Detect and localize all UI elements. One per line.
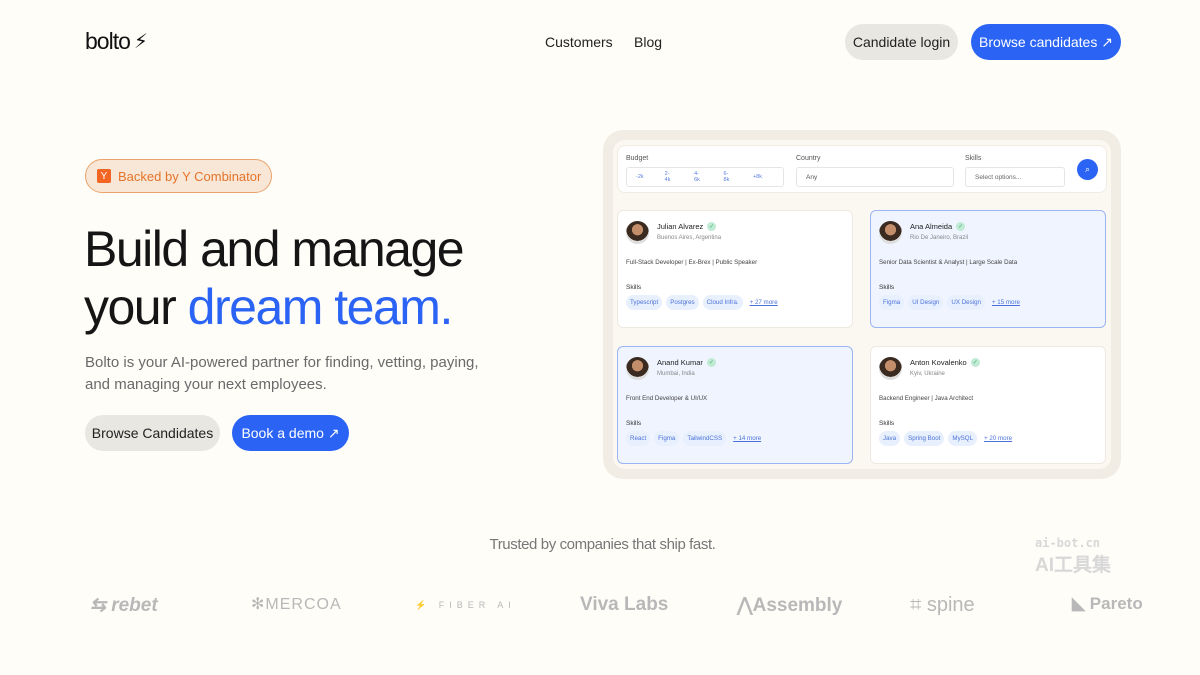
skills-select[interactable]: Select options... bbox=[965, 167, 1065, 187]
hero-title: Build and manage your dream team. bbox=[84, 221, 465, 335]
skill-tag: Java bbox=[879, 431, 901, 446]
skill-tag: Spring Boot bbox=[904, 431, 945, 446]
bolt-icon: ⚡︎ bbox=[133, 31, 148, 53]
skills-label: Skills bbox=[626, 284, 642, 291]
candidate-role: Front End Developer & UI/UX bbox=[626, 395, 708, 402]
candidate-card[interactable]: Julian Alvarez ✓ Buenos Aires, Argentina … bbox=[617, 210, 853, 328]
skills-label: Skills bbox=[879, 284, 895, 291]
skill-tag: Figma bbox=[654, 431, 680, 446]
candidate-name: Ana Almeida bbox=[910, 222, 953, 231]
skill-tag: UI Design bbox=[908, 295, 944, 310]
verified-check-icon: ✓ bbox=[707, 222, 717, 231]
more-skills-link[interactable]: + 20 more bbox=[984, 435, 1012, 442]
nav-blog[interactable]: Blog bbox=[634, 34, 662, 50]
candidate-location: Kyiv, Ukraine bbox=[910, 371, 945, 377]
verified-check-icon: ✓ bbox=[970, 358, 980, 367]
skill-tag: React bbox=[626, 431, 651, 446]
watermark: ai-bot.cn AI工具集 bbox=[1035, 536, 1112, 576]
logo-viva-labs: Viva Labs bbox=[580, 594, 669, 615]
logo-spine: ⌗ spine bbox=[910, 594, 975, 616]
bolto-logo[interactable]: bolto ⚡︎ bbox=[85, 28, 148, 55]
candidate-location: Buenos Aires, Argentina bbox=[657, 235, 722, 241]
candidate-login-button[interactable]: Candidate login bbox=[845, 24, 958, 60]
candidate-card[interactable]: Anand Kumar ✓ Mumbai, India Front End Dev… bbox=[617, 346, 853, 464]
candidate-card[interactable]: Anton Kovalenko ✓ Kyiv, Ukraine Backend E… bbox=[870, 346, 1106, 464]
candidate-location: Mumbai, India bbox=[657, 371, 695, 377]
logo-fiber-ai: ⚡ FIBER AI bbox=[415, 600, 516, 610]
browse-candidates-button[interactable]: Browse Candidates bbox=[85, 415, 220, 451]
logo-assembly: ⋀Assembly bbox=[737, 595, 843, 616]
skill-tag: MySQL bbox=[948, 431, 978, 446]
avatar bbox=[879, 357, 902, 380]
candidate-name: Julian Alvarez bbox=[657, 222, 704, 231]
filter-bar: Budget -2k 2-4k 4-6k 6-8k +8k Country Any Sk… bbox=[617, 145, 1107, 193]
logo-rebet: ⇆ rebet bbox=[90, 595, 158, 616]
candidate-role: Backend Engineer | Java Architect bbox=[879, 395, 974, 402]
book-demo-button[interactable]: Book a demo ↗ bbox=[232, 415, 349, 451]
search-button[interactable]: ⌕ bbox=[1077, 159, 1098, 180]
avatar bbox=[879, 221, 902, 244]
browse-candidates-nav-button[interactable]: Browse candidates ↗ bbox=[971, 24, 1121, 60]
avatar bbox=[626, 357, 649, 380]
logo-pareto: ◣ Pareto bbox=[1072, 594, 1143, 613]
yc-badge: Y Backed by Y Combinator bbox=[85, 159, 272, 193]
skills-label: Skills bbox=[626, 420, 642, 427]
skill-tag: Figma bbox=[879, 295, 905, 310]
skill-tag: TailwindCSS bbox=[683, 431, 727, 446]
country-select[interactable]: Any bbox=[796, 167, 954, 187]
candidate-name: Anton Kovalenko bbox=[910, 358, 967, 367]
candidate-card[interactable]: Ana Almeida ✓ Rio De Janeiro, Brazil Seni… bbox=[870, 210, 1106, 328]
skill-tag: Typescript bbox=[626, 295, 663, 310]
hero-subtitle: Bolto is your AI-powered partner for fin… bbox=[85, 354, 479, 393]
skill-tag: UX Design bbox=[947, 295, 985, 310]
verified-check-icon: ✓ bbox=[706, 358, 716, 367]
skill-tag: Postgres bbox=[666, 295, 699, 310]
logo-mercoa: ✻MERCOA bbox=[251, 596, 342, 613]
skill-tag: Cloud Infra. bbox=[702, 295, 743, 310]
budget-selector[interactable]: -2k 2-4k 4-6k 6-8k +8k bbox=[626, 167, 784, 187]
more-skills-link[interactable]: + 27 more bbox=[750, 299, 778, 306]
more-skills-link[interactable]: + 15 more bbox=[992, 299, 1020, 306]
y-combinator-icon: Y bbox=[97, 169, 111, 183]
more-skills-link[interactable]: + 14 more bbox=[733, 435, 761, 442]
nav-customers[interactable]: Customers bbox=[545, 34, 613, 50]
avatar bbox=[626, 221, 649, 244]
search-icon: ⌕ bbox=[1084, 164, 1091, 174]
candidate-location: Rio De Janeiro, Brazil bbox=[910, 235, 969, 241]
skills-label: Skills bbox=[879, 420, 895, 427]
verified-check-icon: ✓ bbox=[956, 222, 966, 231]
candidate-role: Senior Data Scientist & Analyst | Large … bbox=[879, 259, 1018, 266]
candidate-role: Full-Stack Developer | Ex-Brex | Public … bbox=[626, 259, 758, 266]
candidate-name: Anand Kumar bbox=[657, 358, 703, 367]
